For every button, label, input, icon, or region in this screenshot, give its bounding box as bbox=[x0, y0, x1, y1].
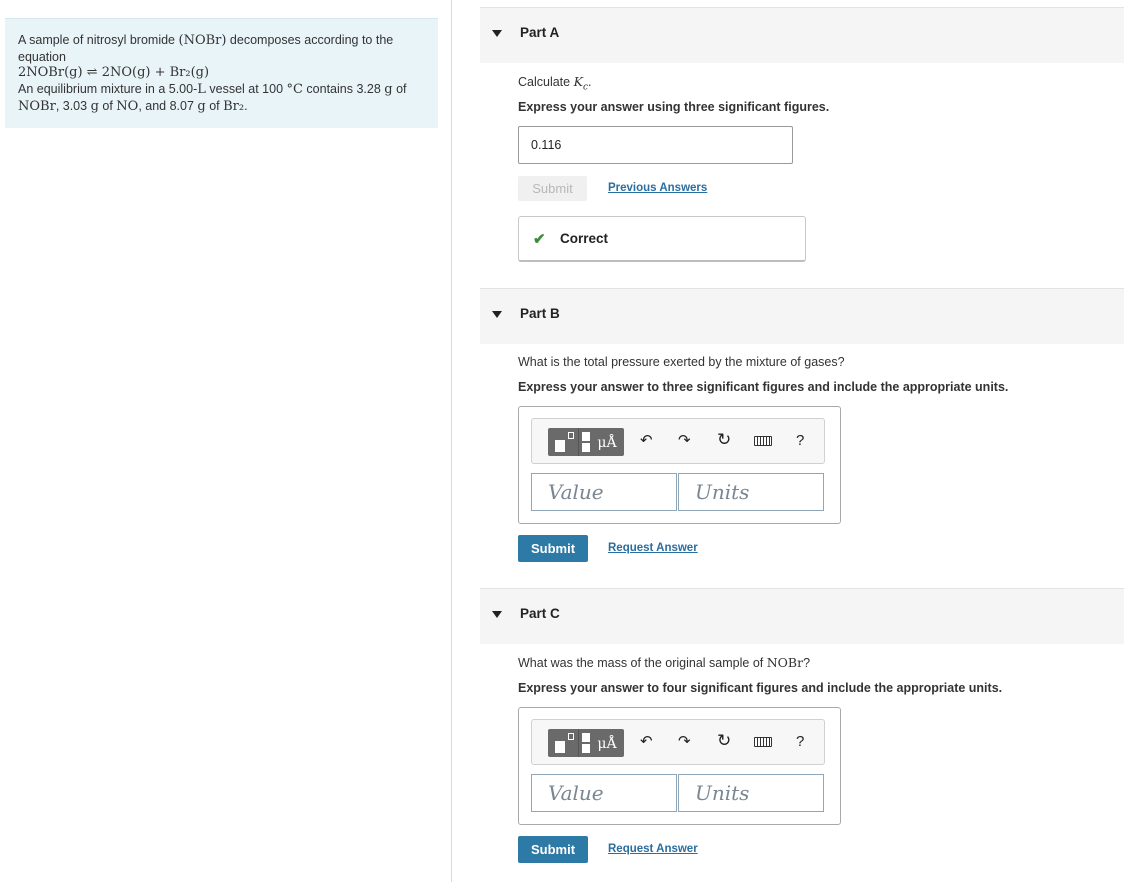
part-a-feedback: ✔ Correct bbox=[518, 216, 806, 262]
mixture-text-6: of bbox=[98, 99, 117, 113]
reset-icon[interactable]: ↻ bbox=[717, 430, 731, 450]
mixture-text-7: , and 8.07 bbox=[138, 99, 198, 113]
value-input[interactable]: Value bbox=[531, 473, 677, 511]
unit-celsius: °C bbox=[286, 82, 303, 97]
br2-formula: Br₂ bbox=[223, 99, 245, 114]
part-a-title: Part A bbox=[520, 25, 560, 40]
units-input[interactable]: Units bbox=[678, 473, 824, 511]
part-b-title: Part B bbox=[520, 306, 560, 321]
part-c-question: What was the mass of the original sample… bbox=[518, 655, 810, 670]
feedback-correct-text: Correct bbox=[560, 231, 609, 246]
part-c-request-answer-link[interactable]: Request Answer bbox=[608, 843, 698, 855]
redo-icon[interactable]: ↷ bbox=[678, 732, 691, 750]
part-b-request-answer-link[interactable]: Request Answer bbox=[608, 542, 698, 554]
collapse-triangle-icon[interactable] bbox=[492, 611, 502, 618]
part-a-submit-button: Submit bbox=[518, 176, 587, 201]
unit-grams: g bbox=[90, 99, 99, 114]
part-c-submit-button[interactable]: Submit bbox=[518, 836, 588, 863]
mixture-composition: NOBr, 3.03 g of NO, and 8.07 g of Br₂. bbox=[18, 98, 426, 115]
part-b-instruction: Express your answer to three significant… bbox=[518, 380, 1009, 394]
value-input[interactable]: Value bbox=[531, 774, 677, 812]
part-a-answer-field[interactable]: 0.116 bbox=[518, 126, 793, 164]
part-a-question-end: . bbox=[587, 75, 592, 89]
collapse-triangle-icon[interactable] bbox=[492, 30, 502, 37]
part-c-header[interactable]: Part C bbox=[480, 588, 1124, 644]
mixture-text-1: An equilibrium mixture in a 5.00- bbox=[18, 82, 198, 96]
part-b-answer-editor: μÅ ↶ ↷ ↻ ? Value Units bbox=[518, 406, 841, 524]
problem-intro: A sample of nitrosyl bromide (NOBr) deco… bbox=[18, 32, 426, 65]
part-c-title: Part C bbox=[520, 606, 560, 621]
problem-statement: A sample of nitrosyl bromide (NOBr) deco… bbox=[5, 18, 438, 128]
part-c-instruction: Express your answer to four significant … bbox=[518, 681, 1003, 695]
kc-variable: K bbox=[573, 74, 583, 89]
keyboard-icon[interactable] bbox=[754, 737, 772, 747]
undo-icon[interactable]: ↶ bbox=[640, 431, 653, 449]
undo-icon[interactable]: ↶ bbox=[640, 732, 653, 750]
reset-icon[interactable]: ↻ bbox=[717, 731, 731, 751]
nobr-formula: NOBr bbox=[18, 99, 56, 114]
part-c-question-end: ? bbox=[803, 656, 811, 670]
units-button[interactable]: μÅ bbox=[590, 729, 624, 757]
mixture-text-9: . bbox=[244, 99, 248, 113]
unit-grams: g bbox=[197, 99, 206, 114]
no-formula: NO bbox=[116, 99, 139, 114]
mixture-text-2: vessel at 100 bbox=[205, 82, 287, 96]
equation-toolbar: μÅ ↶ ↷ ↻ ? bbox=[531, 719, 825, 765]
units-button[interactable]: μÅ bbox=[590, 428, 624, 456]
nobr-formula: (NOBr) bbox=[178, 33, 227, 48]
part-b-submit-button[interactable]: Submit bbox=[518, 535, 588, 562]
part-a-question: Calculate Kc. bbox=[518, 74, 591, 93]
part-b-question: What is the total pressure exerted by th… bbox=[518, 355, 845, 369]
collapse-triangle-icon[interactable] bbox=[492, 311, 502, 318]
part-a-question-text: Calculate bbox=[518, 75, 574, 89]
part-c-answer-editor: μÅ ↶ ↷ ↻ ? Value Units bbox=[518, 707, 841, 825]
problem-intro-text: A sample of nitrosyl bromide bbox=[18, 33, 179, 47]
unit-grams: g bbox=[384, 82, 393, 97]
previous-answers-link[interactable]: Previous Answers bbox=[608, 182, 707, 194]
mixture-text-4: of bbox=[392, 82, 407, 96]
keyboard-icon[interactable] bbox=[754, 436, 772, 446]
help-button[interactable]: ? bbox=[796, 432, 804, 449]
part-a-instruction: Express your answer using three signific… bbox=[518, 100, 830, 114]
equation-toolbar: μÅ ↶ ↷ ↻ ? bbox=[531, 418, 825, 464]
units-input[interactable]: Units bbox=[678, 774, 824, 812]
unit-liters: L bbox=[197, 82, 206, 97]
reaction-equation: 2NOBr(g) ⇌ 2NO(g) + Br₂(g) bbox=[18, 65, 210, 80]
mixture-text-5: , 3.03 bbox=[55, 99, 91, 113]
part-b-header[interactable]: Part B bbox=[480, 288, 1124, 344]
mixture-description: An equilibrium mixture in a 5.00-L vesse… bbox=[18, 81, 426, 98]
part-c-question-text: What was the mass of the original sample… bbox=[518, 656, 767, 670]
part-a-header[interactable]: Part A bbox=[480, 7, 1124, 63]
column-divider bbox=[451, 0, 452, 882]
mixture-text-3: contains 3.28 bbox=[302, 82, 385, 96]
redo-icon[interactable]: ↷ bbox=[678, 431, 691, 449]
checkmark-icon: ✔ bbox=[533, 231, 546, 248]
mixture-text-8: of bbox=[205, 99, 224, 113]
nobr-formula: NOBr bbox=[766, 655, 804, 670]
help-button[interactable]: ? bbox=[796, 733, 804, 750]
